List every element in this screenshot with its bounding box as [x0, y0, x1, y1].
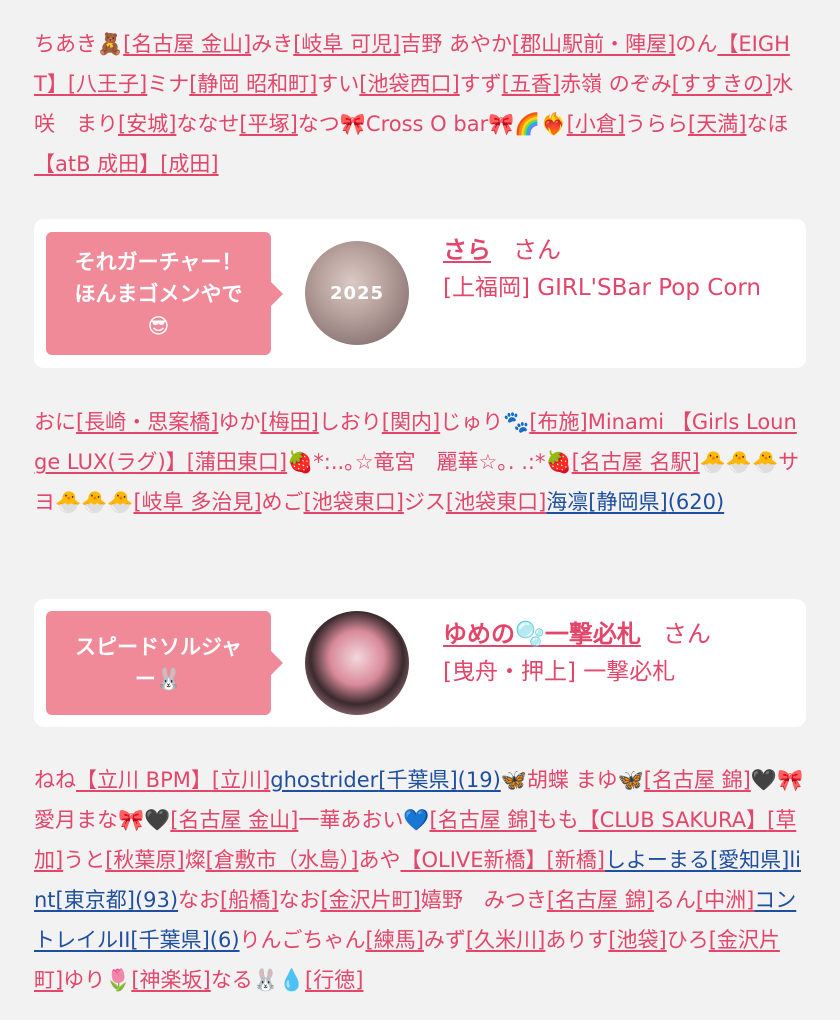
list-link[interactable]: [東京都] — [56, 888, 135, 912]
list-text: 嬉野 みつき — [420, 888, 547, 912]
list-link[interactable]: [池袋東口] — [304, 490, 404, 514]
list-link[interactable]: [立川] — [212, 768, 270, 792]
list-link[interactable]: [船橋] — [220, 888, 278, 912]
list-text: うと — [63, 848, 106, 872]
cast-name-link[interactable]: ゆめの🫧一撃必札 — [443, 620, 641, 648]
list-text: もも — [536, 808, 579, 832]
list-link[interactable]: 【立川 BPM】 — [76, 768, 212, 792]
name-line: ゆめの🫧一撃必札 さん — [443, 615, 786, 653]
list-text: あや — [358, 848, 401, 872]
list-link[interactable]: [名古屋 錦] — [430, 808, 537, 832]
list-text: ねね — [34, 768, 76, 792]
list-link[interactable]: [梅田] — [260, 410, 318, 434]
list-text: なお — [278, 888, 321, 912]
list-text: 🍓*:..｡☆竜宮 麗華☆｡. .:*🍓 — [287, 450, 572, 474]
list-link[interactable]: 【OLIVE新橋】 — [400, 848, 546, 872]
list-link[interactable]: [蒲田東口] — [187, 450, 287, 474]
list-text: ゆり🌷 — [63, 968, 132, 992]
list-link[interactable]: (620) — [668, 490, 724, 514]
list-link[interactable]: [倉敷市（水島）] — [206, 848, 359, 872]
list-text: 燦 — [184, 848, 206, 872]
list-link[interactable]: 海凛 — [546, 490, 588, 514]
list-text: しおり — [318, 410, 382, 434]
list-link[interactable]: [名古屋 名駅] — [572, 450, 700, 474]
shop-label: [曳舟・押上] 一撃必札 — [443, 659, 676, 685]
list-link[interactable]: [中洲] — [696, 888, 754, 912]
list-link[interactable]: (19) — [458, 768, 501, 792]
list-text: なる🐰💧 — [210, 968, 306, 992]
bubble-line: スピードソルジャ — [75, 635, 242, 659]
list-link[interactable]: [金沢片町] — [320, 888, 420, 912]
list-text: ありす — [545, 928, 609, 952]
bubble-line: ー🐰 — [134, 667, 183, 691]
cast-card-yumeno[interactable]: スピードソルジャ ー🐰 ゆめの🫧一撃必札 さん [曳舟・押上] 一撃必札 — [34, 599, 806, 727]
list-link[interactable]: [池袋] — [608, 928, 666, 952]
list-link[interactable]: [布施] — [529, 410, 587, 434]
list-link[interactable]: [行徳] — [305, 968, 363, 992]
cast-list-2: おに[長崎・思案橋]ゆか[梅田]しおり[関内]じゅり🐾[布施]Minami 【G… — [0, 0, 840, 522]
list-link[interactable]: [久米川] — [466, 928, 545, 952]
list-link[interactable]: [静岡県] — [588, 490, 667, 514]
list-link[interactable]: [名古屋 金山] — [170, 808, 298, 832]
list-text: じゅり🐾 — [440, 410, 530, 434]
list-link[interactable]: [名古屋 錦] — [547, 888, 654, 912]
list-link[interactable]: [愛知県] — [710, 848, 789, 872]
cast-list-3: ねね【立川 BPM】[立川]ghostrider[千葉県](19)🦋胡蝶 まゆ🦋… — [0, 760, 840, 1000]
avatar[interactable] — [305, 611, 409, 715]
cast-info: ゆめの🫧一撃必札 さん [曳舟・押上] 一撃必札 — [443, 615, 786, 691]
list-text: ジス — [403, 490, 446, 514]
list-link[interactable]: [長崎・思案橋] — [76, 410, 218, 434]
list-link[interactable]: [秋葉原] — [105, 848, 184, 872]
list-text: るん — [653, 888, 696, 912]
list-text: ひろ — [666, 928, 709, 952]
list-link[interactable]: (6) — [210, 928, 240, 952]
list-link[interactable]: [池袋東口] — [446, 490, 546, 514]
list-text: りんごちゃん — [239, 928, 366, 952]
list-link[interactable]: ghostrider — [270, 768, 378, 792]
list-text: なお — [178, 888, 221, 912]
list-link[interactable]: [岐阜 多治見] — [133, 490, 261, 514]
list-link[interactable]: [千葉県] — [378, 768, 457, 792]
list-link[interactable]: [新橋] — [547, 848, 605, 872]
list-text: みず — [423, 928, 466, 952]
list-text: 🦋胡蝶 まゆ🦋 — [500, 768, 644, 792]
list-link[interactable]: [名古屋 錦] — [644, 768, 751, 792]
list-link[interactable]: [練馬] — [366, 928, 424, 952]
list-link[interactable]: [神楽坂] — [131, 968, 210, 992]
list-link[interactable]: [関内] — [382, 410, 440, 434]
list-link[interactable]: 【CLUB SAKURA】 — [579, 808, 768, 832]
list-text: おに — [34, 410, 76, 434]
list-link[interactable]: しよーまる — [605, 848, 710, 872]
list-link[interactable]: [千葉県] — [130, 928, 209, 952]
list-link[interactable]: (93) — [135, 888, 178, 912]
comment-bubble: スピードソルジャ ー🐰 — [46, 611, 283, 715]
list-text: ゆか — [218, 410, 261, 434]
list-text: めご — [261, 490, 304, 514]
list-text: 一華あおい💙 — [298, 808, 430, 832]
name-suffix: さん — [662, 620, 711, 648]
